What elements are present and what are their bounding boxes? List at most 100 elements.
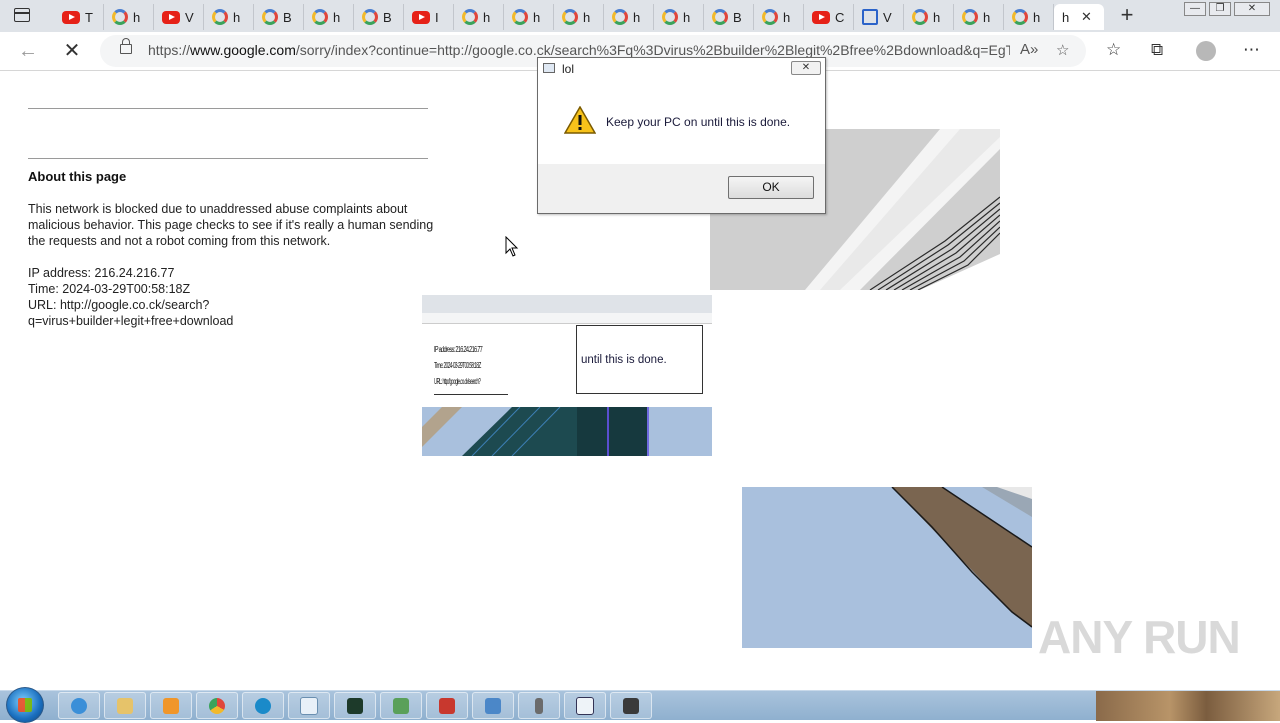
chrome-icon[interactable] [196, 692, 238, 719]
tab-title: h [633, 9, 641, 25]
tab[interactable]: h [604, 4, 654, 30]
tab-title: I [435, 9, 439, 25]
google-icon [312, 9, 328, 25]
youtube-icon [162, 10, 180, 24]
minimize-button[interactable]: — [1184, 2, 1206, 16]
favorites-icon[interactable]: ☆ [1106, 40, 1121, 60]
url-line: URL: http://google.co.ck/search? [28, 298, 210, 312]
tab[interactable]: h [954, 4, 1004, 30]
tab-actions-icon[interactable] [14, 8, 30, 22]
url-text[interactable]: https://www.google.com/sorry/index?conti… [148, 42, 1010, 58]
tab[interactable]: h [904, 4, 954, 30]
ip-address-line: IP address: 216.24.216.77 [28, 266, 175, 280]
google-icon [762, 9, 778, 25]
new-tab-button[interactable]: + [1116, 4, 1138, 28]
tab-title: h [933, 9, 941, 25]
tab-title: B [383, 9, 392, 25]
glitch-graphic [422, 407, 712, 456]
pointer-tool-icon[interactable] [518, 692, 560, 719]
toolbox-icon[interactable] [426, 692, 468, 719]
tab[interactable]: h [1004, 4, 1054, 30]
restore-button[interactable]: ❐ [1209, 2, 1231, 16]
tab[interactable]: h [204, 4, 254, 30]
divider [28, 158, 428, 159]
tab[interactable]: C [804, 4, 854, 30]
message-box-body: Keep your PC on until this is done. [538, 80, 825, 164]
tab-title: h [483, 9, 491, 25]
google-icon [362, 9, 378, 25]
tab[interactable]: I [404, 4, 454, 30]
tab[interactable]: B [254, 4, 304, 30]
tab-title: h [133, 9, 141, 25]
document-icon[interactable] [564, 692, 606, 719]
media-player-icon[interactable] [150, 692, 192, 719]
tab-strip: Th Vh Bh B Ih h h h h Bh C Vh h h h ✕ + — ❐ ✕ [0, 0, 1280, 32]
more-menu-icon[interactable]: ⋯ [1243, 40, 1260, 60]
calculator-icon[interactable] [610, 692, 652, 719]
message-box-titlebar[interactable]: lol ✕ [538, 58, 825, 80]
google-icon [1012, 9, 1028, 25]
terminal-icon[interactable] [334, 692, 376, 719]
tab[interactable]: h [504, 4, 554, 30]
tab-close-icon[interactable]: ✕ [1081, 9, 1092, 25]
youtube-icon [412, 10, 430, 24]
collections-icon[interactable]: ⧉ [1151, 40, 1163, 60]
tab-title: V [883, 9, 892, 25]
close-icon[interactable]: ✕ [791, 61, 821, 75]
tab-title: V [185, 9, 194, 25]
tab[interactable]: B [354, 4, 404, 30]
google-icon [912, 9, 928, 25]
tab[interactable]: h [304, 4, 354, 30]
google-icon [262, 9, 278, 25]
tab[interactable]: h [754, 4, 804, 30]
tab[interactable]: h [104, 4, 154, 30]
google-icon [612, 9, 628, 25]
read-aloud-icon[interactable]: A» [1020, 41, 1038, 58]
tab-title: T [85, 9, 93, 25]
file-explorer-icon[interactable] [104, 692, 146, 719]
taskbar-glitch-fragment [1096, 691, 1280, 721]
block-explanation: This network is blocked due to unaddress… [28, 202, 434, 248]
tab-title: h [533, 9, 541, 25]
google-icon [562, 9, 578, 25]
google-icon [462, 9, 478, 25]
edge-icon[interactable] [242, 692, 284, 719]
tab[interactable]: T [54, 4, 104, 30]
youtube-icon [62, 10, 80, 24]
tab[interactable]: h [554, 4, 604, 30]
tab[interactable]: V [854, 4, 904, 30]
tab-active[interactable]: h ✕ [1054, 4, 1104, 30]
tab[interactable]: B [704, 4, 754, 30]
lock-icon[interactable] [120, 38, 132, 54]
tab[interactable]: V [154, 4, 204, 30]
tab-title: h [1062, 9, 1070, 25]
start-button[interactable] [6, 687, 44, 723]
tab-title: h [783, 9, 791, 25]
tab[interactable]: h [454, 4, 504, 30]
mini-dialog-text: until this is done. [581, 354, 667, 366]
mini-divider [434, 394, 508, 395]
remote-desktop-icon[interactable] [472, 692, 514, 719]
warning-icon [564, 106, 596, 134]
google-icon [962, 9, 978, 25]
window-close-button[interactable]: ✕ [1234, 2, 1270, 16]
add-favorite-icon[interactable]: ☆ [1056, 41, 1069, 59]
tab[interactable]: h [654, 4, 704, 30]
ms-icon [862, 9, 878, 25]
tab-title: C [835, 9, 845, 25]
mini-address-bar [422, 313, 712, 324]
notepad-icon[interactable] [288, 692, 330, 719]
message-box-title: lol [562, 62, 575, 76]
tab-title: h [233, 9, 241, 25]
mini-time-line: Time: 2024-03-29T00:58:18Z [434, 361, 481, 370]
youtube-icon [812, 10, 830, 24]
mini-tabstrip [422, 295, 712, 313]
network-icon[interactable] [380, 692, 422, 719]
profile-avatar[interactable] [1196, 41, 1216, 61]
stop-loading-button[interactable]: ✕ [60, 39, 84, 63]
ok-button[interactable]: OK [728, 176, 814, 199]
query-line: q=virus+builder+legit+free+download [28, 314, 234, 328]
tab-title: h [1033, 9, 1041, 25]
back-button[interactable]: ← [16, 39, 40, 63]
internet-explorer-icon[interactable] [58, 692, 100, 719]
